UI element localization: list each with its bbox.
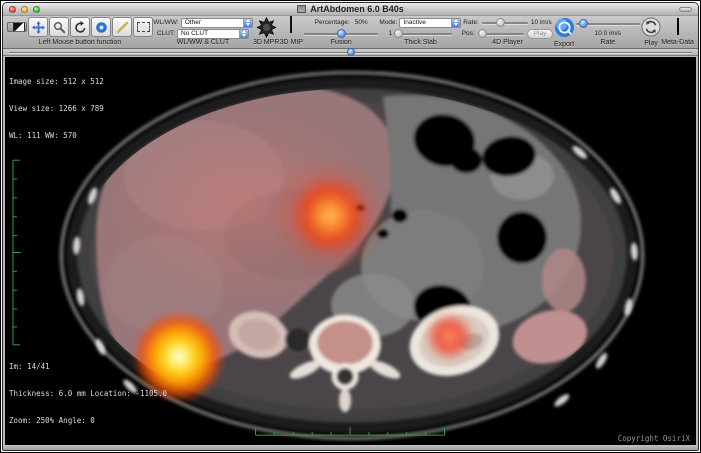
roi-rect-icon [137, 22, 150, 32]
thick-slab-group-label: Thick Slab [404, 39, 437, 47]
minimize-button[interactable] [21, 6, 28, 13]
overlay-image-info: Image size: 512 x 512 View size: 1266 x … [9, 59, 104, 158]
mouse-group-label: Left Mouse button function [39, 39, 122, 47]
slider-knob[interactable] [579, 19, 588, 28]
rotate-icon [74, 21, 87, 34]
select-arrows-icon [243, 19, 252, 27]
toolbar-group-3d-mip: 3D MIP [280, 17, 303, 48]
3d-mip-button[interactable] [290, 17, 292, 32]
toolbar-group-4d-player: Rate: 10 im/s Pos: Play 4D Player [462, 17, 554, 48]
fusion-percentage-value: 50% [355, 19, 368, 26]
export-button[interactable] [554, 17, 575, 41]
play-refresh-icon [641, 17, 661, 37]
clut-label: CLUT: [157, 30, 175, 37]
roi-rectangle-tool-button[interactable] [133, 17, 153, 37]
toolbar-group-rate: 10.0 im/s Rate [575, 17, 641, 48]
titlebar[interactable]: ArtAbdomen 6.0 B40s [3, 3, 698, 16]
slice-slider-knob[interactable] [347, 48, 355, 56]
fusion-group-label: Fusion [331, 39, 352, 47]
toolbar-group-export: Export [554, 17, 575, 48]
window-controls [9, 6, 40, 13]
slider-knob[interactable] [496, 18, 505, 27]
overlay-zoom-angle: Zoom: 250% Angle: 0 [9, 416, 167, 425]
metadata-film-icon [677, 18, 679, 35]
toolbar-group-metadata: Meta-Data [661, 17, 694, 48]
slab-thickness-value: 1 [389, 30, 393, 37]
overlay-image-size: Image size: 512 x 512 [9, 77, 104, 86]
4d-play-button[interactable]: Play [527, 29, 554, 39]
export-group-label: Export [554, 41, 574, 49]
slab-thickness-slider[interactable] [394, 29, 452, 38]
scroll-icon [95, 21, 108, 34]
zoom-window-button[interactable] [33, 6, 40, 13]
close-button[interactable] [9, 6, 16, 13]
toolbar-toggle-pill[interactable] [679, 7, 692, 12]
rate-slider[interactable] [576, 19, 640, 28]
slice-position-bar [3, 49, 698, 56]
window-title: ArtAbdomen 6.0 B40s [297, 4, 404, 14]
wlww-select[interactable]: Other [181, 18, 253, 28]
select-arrows-icon [239, 30, 248, 38]
overlay-slice-info: Im: 14/41 Thickness: 6.0 mm Location: -1… [9, 344, 167, 443]
toolbar-group-fusion: Percentage: 50% Fusion [303, 17, 379, 48]
pan-tool-button[interactable] [28, 17, 48, 37]
rate-group-label: Rate [600, 39, 615, 47]
wlww-label: WL/WW: [153, 19, 179, 26]
toolbar-group-wlww-clut: WL/WW: Other CLUT: No CLUT WL/WW & CLUT [153, 17, 253, 48]
fusion-percentage-slider[interactable] [304, 29, 378, 38]
contrast-tool-button[interactable] [7, 22, 27, 32]
osirix-2d-viewer-window: ArtAbdomen 6.0 B40s [2, 2, 699, 451]
toolbar-group-3d-mpr: 3D MPR [253, 17, 279, 48]
4d-player-group-label: 4D Player [492, 39, 523, 47]
toolbar-group-thick-slab: Mode: Inactive 1 Thick Slab [379, 17, 461, 48]
4d-rate-slider[interactable] [482, 18, 528, 27]
slab-mode-label: Mode: [379, 19, 397, 26]
overlay-thickness-location: Thickness: 6.0 mm Location: -1105.0 [9, 389, 167, 398]
slider-knob[interactable] [337, 29, 346, 38]
4d-pos-label: Pos: [462, 30, 475, 37]
pan-icon [32, 21, 45, 34]
play-group-label: Play [644, 40, 658, 48]
clut-select[interactable]: No CLUT [177, 29, 249, 39]
slab-mode-select[interactable]: Inactive [399, 18, 461, 28]
image-viewport[interactable]: Image size: 512 x 512 View size: 1266 x … [5, 57, 696, 446]
3d-mip-thumbnail-icon [290, 16, 292, 33]
3d-mpr-gear-icon [255, 17, 278, 38]
mpr-label: 3D MPR [253, 39, 279, 47]
overlay-view-size: View size: 1266 x 789 [9, 104, 104, 113]
metadata-group-label: Meta-Data [661, 39, 694, 47]
select-arrows-icon [451, 19, 460, 27]
toolbar: Left Mouse button function WL/WW: Other … [3, 16, 698, 49]
screenshot-root: ArtAbdomen 6.0 B40s [0, 0, 701, 453]
window-bottom-edge [3, 445, 698, 450]
4d-pos-slider[interactable] [478, 29, 524, 38]
length-tool-button[interactable] [112, 17, 132, 37]
document-icon [297, 5, 306, 13]
overlay-copyright: Copyright OsiriX [618, 434, 690, 443]
rate-value: 10.0 im/s [595, 30, 621, 37]
export-quicktime-icon [554, 17, 575, 38]
toolbar-group-play: Play [641, 17, 661, 48]
metadata-button[interactable] [677, 17, 679, 34]
slider-groove [482, 22, 528, 24]
slider-knob[interactable] [394, 29, 403, 38]
mip-label: 3D MIP [280, 39, 303, 47]
scroll-tool-button[interactable] [91, 17, 111, 37]
contrast-icon [13, 22, 25, 32]
toolbar-group-mouse-function: Left Mouse button function [7, 17, 153, 48]
4d-rate-value: 10 im/s [531, 19, 552, 26]
slider-knob[interactable] [478, 29, 487, 38]
length-icon [116, 21, 129, 34]
4d-rate-label: Rate: [463, 19, 479, 26]
zoom-tool-button[interactable] [49, 17, 69, 37]
wlww-clut-group-label: WL/WW & CLUT [177, 39, 230, 47]
3d-mpr-button[interactable] [255, 17, 278, 38]
fusion-percentage-label: Percentage: [315, 19, 350, 26]
magnifier-icon [53, 21, 66, 34]
play-button[interactable] [641, 17, 661, 40]
rotate-tool-button[interactable] [70, 17, 90, 37]
overlay-image-index: Im: 14/41 [9, 362, 167, 371]
overlay-wl-ww: WL: 111 WW: 570 [9, 131, 104, 140]
